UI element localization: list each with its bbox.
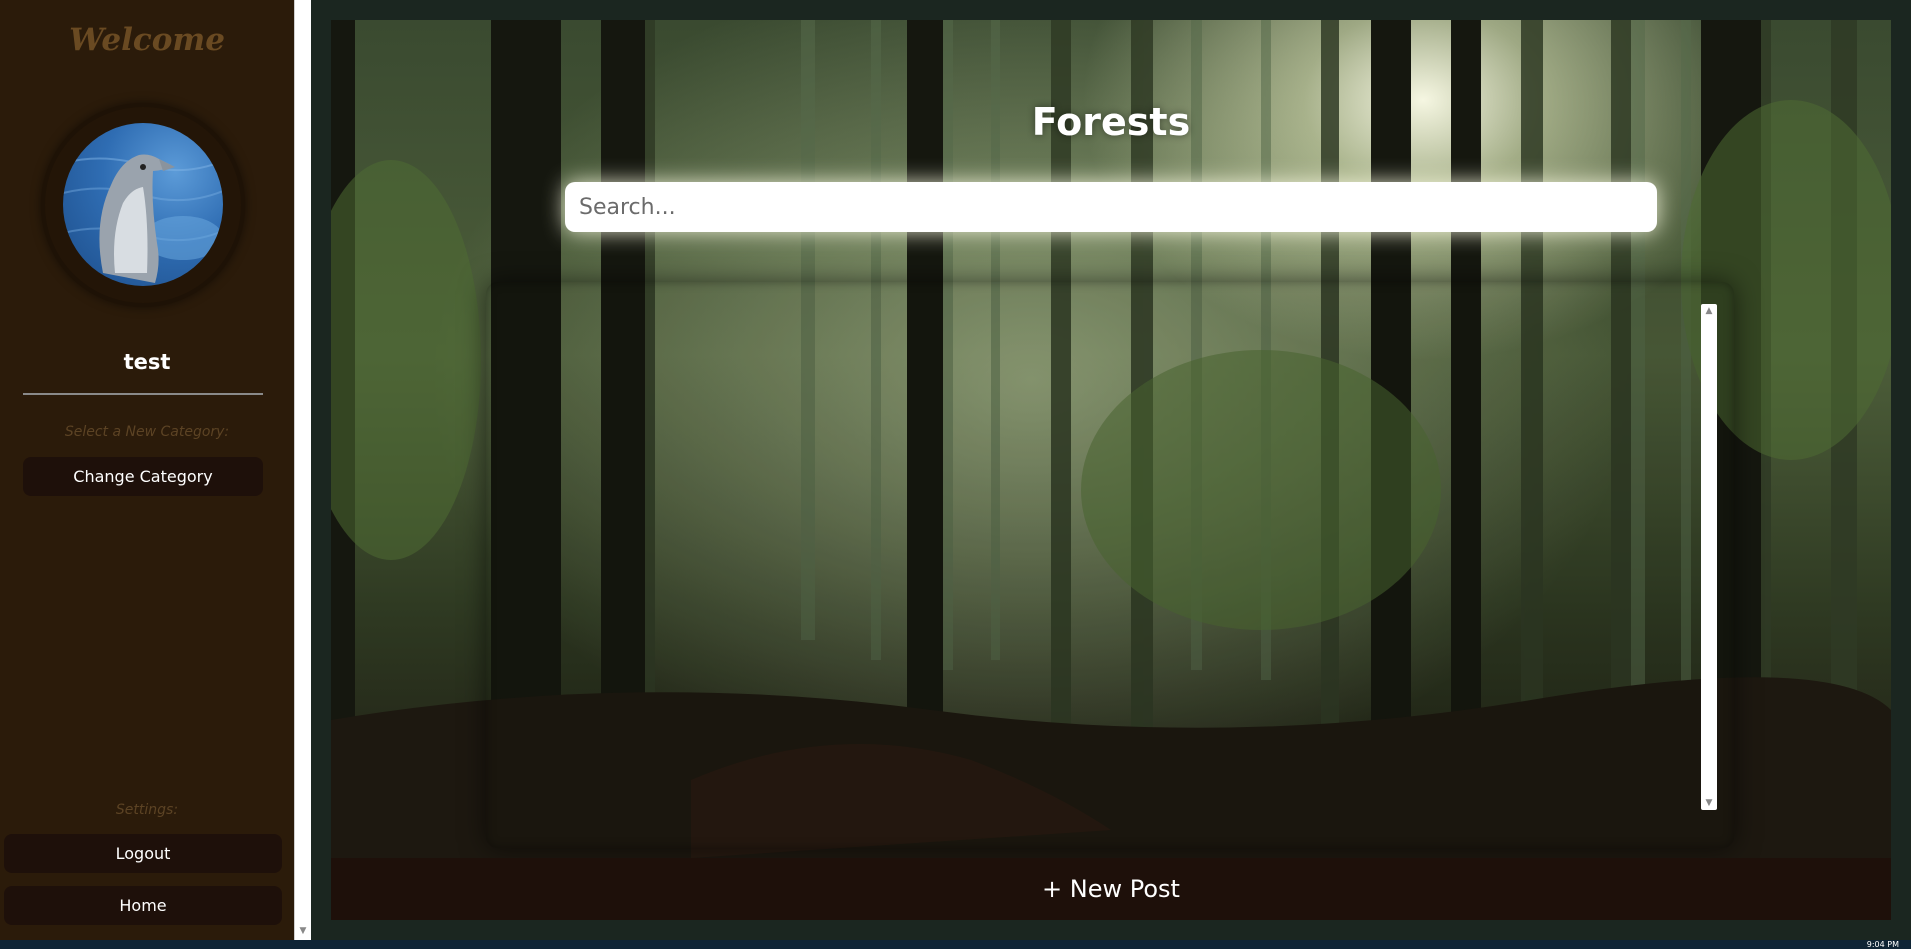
posts-panel: ▲ ▼: [486, 282, 1734, 848]
page-scrollbar[interactable]: ▼: [294, 0, 311, 940]
new-post-button[interactable]: + New Post: [331, 858, 1891, 920]
change-category-button[interactable]: Change Category: [23, 457, 263, 496]
username: test: [123, 350, 171, 374]
page-title: Forests: [1031, 100, 1191, 144]
scroll-up-arrow-icon[interactable]: ▲: [1701, 306, 1717, 316]
search-input[interactable]: [565, 182, 1657, 232]
home-button[interactable]: Home: [4, 886, 282, 925]
avatar: [63, 123, 223, 286]
sidebar: Welcome test Select a New Category: Chan…: [0, 0, 294, 940]
category-label: Select a New Category:: [64, 424, 230, 440]
settings-label: Settings:: [115, 802, 179, 818]
avatar-frame: [41, 103, 245, 307]
taskbar-clock: 9:04 PM: [1866, 940, 1899, 949]
taskbar: 9:04 PM: [0, 940, 1911, 949]
welcome-heading: Welcome: [69, 22, 225, 58]
main-content: Forests ▲ ▼ + New Post: [311, 0, 1911, 940]
divider: [23, 393, 263, 395]
forest-background-image: Forests ▲ ▼: [331, 20, 1891, 858]
scroll-down-arrow-icon[interactable]: ▼: [1701, 798, 1717, 808]
scroll-down-arrow-icon[interactable]: ▼: [295, 926, 311, 936]
logout-button[interactable]: Logout: [4, 834, 282, 873]
dolphin-icon: [63, 154, 223, 283]
posts-scrollbar[interactable]: ▲ ▼: [1701, 304, 1717, 810]
